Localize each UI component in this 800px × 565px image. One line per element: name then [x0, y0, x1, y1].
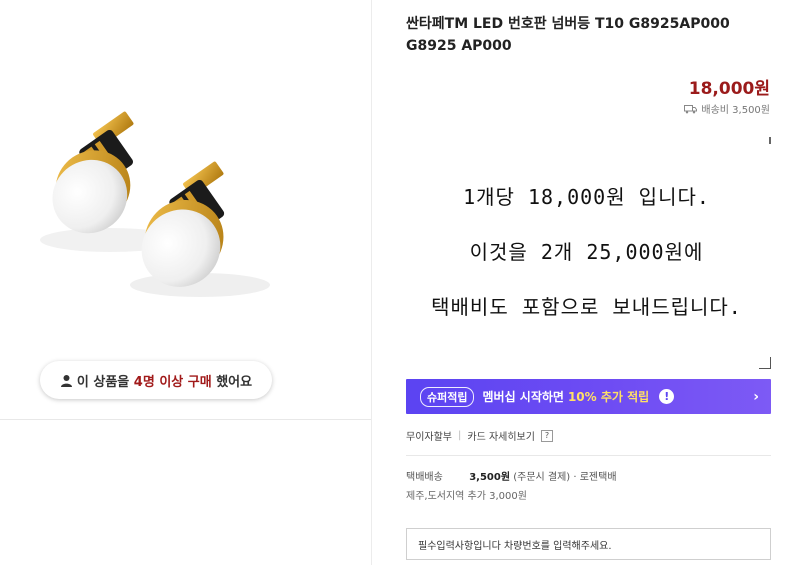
person-icon — [60, 374, 72, 387]
required-input-text: 필수입력사항입니다 차량번호를 입력해주세요. — [418, 540, 612, 552]
truck-icon — [684, 104, 698, 113]
promo-text: 멤버십 시작하면 — [482, 390, 564, 404]
shipping-summary-text: 배송비 3,500원 — [701, 105, 770, 116]
help-icon[interactable]: ? — [540, 429, 553, 442]
divider — [0, 419, 371, 420]
info-icon[interactable]: ! — [659, 389, 675, 404]
interest-free-label: 무이자할부 — [406, 432, 452, 443]
chevron-right-icon[interactable]: › — [753, 389, 759, 405]
vehicle-number-input[interactable]: 필수입력사항입니다 차량번호를 입력해주세요. — [406, 528, 771, 560]
delivery-detail: (주문시 결제) · 로젠택배 — [513, 472, 617, 483]
installment-info: 무이자할부 | 카드 자세히보기 ? — [406, 428, 553, 443]
divider — [406, 455, 771, 456]
delivery-info: 택배배송 3,500원 (주문시 결제) · 로젠택배 — [406, 468, 617, 483]
product-price: 18,000원 — [688, 79, 770, 99]
promo-badge: 슈퍼적립 — [420, 386, 475, 407]
product-gallery: 이 상품을 4명 이상 구매 했어요 — [0, 0, 371, 565]
product-title: 싼타페TM LED 번호판 넘버등 T10 G8925AP000 G8925 A… — [406, 16, 730, 54]
delivery-label: 택배배송 — [406, 472, 443, 483]
corner-mark — [769, 137, 771, 144]
promo-highlight: 10% 추가 적립 — [567, 390, 650, 404]
buyer-count: 4명 이상 — [133, 374, 184, 390]
corner-mark — [759, 357, 771, 369]
product-info-panel: 싼타페TM LED 번호판 넘버등 T10 G8925AP000 G8925 A… — [372, 0, 800, 565]
membership-promo-banner[interactable]: 슈퍼적립 멤버십 시작하면 10% 추가 적립 ! › — [406, 379, 771, 414]
shipping-fee-summary: 배송비 3,500원 — [684, 101, 770, 116]
buyer-prefix: 이 상품을 — [76, 374, 130, 390]
card-details-link[interactable]: 카드 자세히보기 — [467, 428, 535, 443]
product-image[interactable] — [0, 0, 371, 360]
buyer-action: 구매 — [187, 374, 212, 390]
delivery-fee: 3,500원 — [469, 472, 511, 483]
delivery-extra-fee: 제주,도서지역 추가 3,000원 — [406, 491, 527, 502]
description-line-2: 이것을 2개 25,000원에 — [469, 240, 704, 264]
description-line-3: 택배비도 포함으로 보내드립니다. — [431, 295, 742, 319]
separator: | — [458, 430, 462, 441]
description-image: 1개당 18,000원 입니다. 이것을 2개 25,000원에 택배비도 포함… — [402, 137, 771, 369]
buyer-suffix: 했어요 — [216, 374, 253, 390]
description-line-1: 1개당 18,000원 입니다. — [463, 185, 710, 209]
buyer-count-badge: 이 상품을 4명 이상 구매 했어요 — [40, 361, 272, 399]
